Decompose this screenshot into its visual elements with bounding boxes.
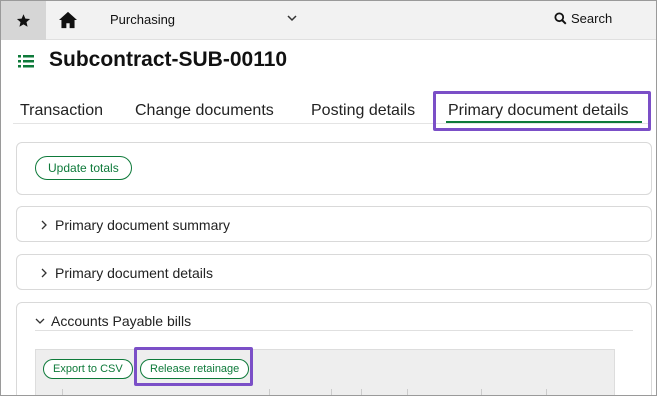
grid-column-divider (269, 389, 270, 395)
list-icon[interactable] (18, 53, 34, 69)
star-icon (16, 14, 31, 27)
chevron-down-icon[interactable] (285, 11, 299, 25)
grid-column-divider (546, 389, 547, 395)
ap-bills-section-header[interactable]: Accounts Payable bills (35, 313, 191, 329)
search-icon (554, 12, 567, 25)
tab-highlight-box (433, 91, 651, 131)
tab-change-documents[interactable]: Change documents (135, 102, 274, 120)
page-title: Subcontract-SUB-00110 (49, 48, 288, 71)
tab-posting-details[interactable]: Posting details (311, 102, 415, 120)
update-totals-button[interactable]: Update totals (35, 156, 132, 180)
grid-column-divider (62, 389, 63, 395)
grid-column-divider (481, 389, 482, 395)
grid-column-divider (407, 389, 408, 395)
section-divider (35, 330, 633, 331)
ap-bills-section-title: Accounts Payable bills (51, 313, 192, 329)
search-button[interactable]: Search (554, 11, 612, 26)
grid-column-divider (361, 389, 362, 395)
top-bar: Purchasing Search (1, 1, 656, 40)
search-label: Search (571, 11, 613, 26)
details-section-title: Primary document details (55, 265, 213, 281)
chevron-right-icon (41, 220, 47, 230)
chevron-right-icon (41, 268, 47, 278)
module-selector[interactable]: Purchasing (110, 12, 175, 27)
grid-column-divider (331, 389, 332, 395)
chevron-down-icon (35, 318, 45, 324)
release-retainage-highlight-box (134, 347, 253, 386)
home-button[interactable] (53, 7, 83, 33)
summary-section-header[interactable]: Primary document summary (39, 217, 230, 233)
favorites-button[interactable] (1, 1, 46, 40)
summary-section-title: Primary document summary (55, 217, 231, 233)
details-section-header[interactable]: Primary document details (39, 265, 213, 281)
app-window: Purchasing Search Subcontract-SUB-00110 … (0, 0, 657, 396)
home-icon (59, 11, 77, 29)
export-csv-button[interactable]: Export to CSV (43, 359, 133, 379)
tab-transaction[interactable]: Transaction (20, 102, 103, 120)
